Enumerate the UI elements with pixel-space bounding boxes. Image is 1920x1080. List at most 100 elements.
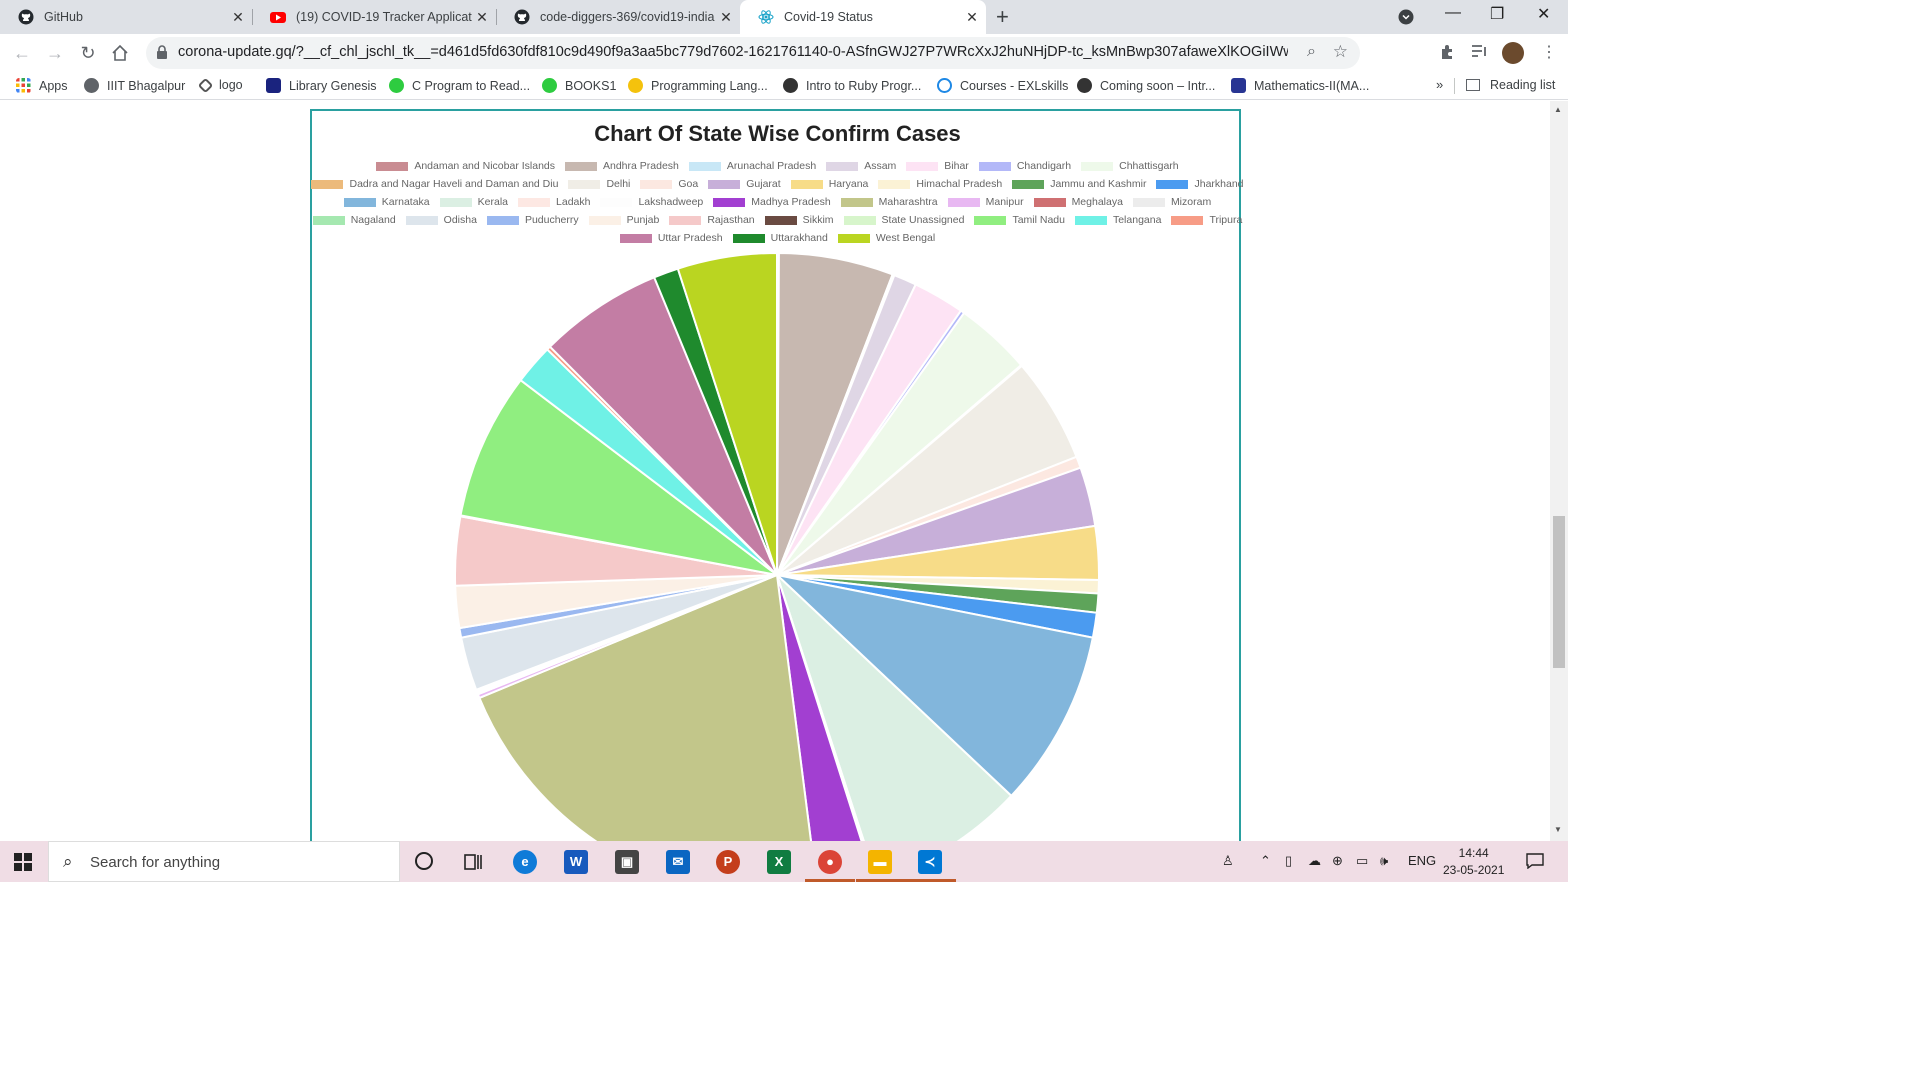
legend-item[interactable]: Maharashtra — [840, 193, 938, 211]
legend-item[interactable]: Bihar — [906, 157, 969, 175]
scrollbar-thumb[interactable] — [1553, 515, 1565, 668]
tab-github[interactable]: GitHub ✕ — [0, 0, 252, 34]
task-view-icon[interactable] — [463, 852, 483, 872]
cortana-icon[interactable] — [415, 852, 433, 870]
legend-item[interactable]: Himachal Pradesh — [878, 175, 1002, 193]
legend-item[interactable]: Arunachal Pradesh — [688, 157, 816, 175]
network-icon[interactable]: ⊕ — [1332, 853, 1343, 869]
tab-search-icon[interactable] — [1398, 9, 1414, 25]
legend-item[interactable]: Nagaland — [312, 211, 396, 229]
legend-item[interactable]: Tamil Nadu — [974, 211, 1065, 229]
excel-icon[interactable]: X — [767, 850, 791, 874]
legend-item[interactable]: Andaman and Nicobar Islands — [376, 157, 555, 175]
legend-item[interactable]: Goa — [640, 175, 698, 193]
tab-covid-status[interactable]: Covid-19 Status ✕ — [740, 0, 986, 34]
tab-youtube[interactable]: (19) COVID-19 Tracker Application ✕ — [252, 0, 496, 34]
vscode-icon[interactable]: ≺ — [918, 850, 942, 874]
legend-item[interactable]: Madhya Pradesh — [713, 193, 831, 211]
bookmark-mathematics[interactable]: Mathematics-II(MA... — [1231, 78, 1369, 93]
back-icon[interactable]: ← — [10, 41, 34, 65]
clock[interactable]: 14:44 23-05-2021 — [1443, 845, 1504, 879]
bookmark-logo[interactable]: logo — [197, 77, 243, 93]
profile-avatar[interactable] — [1502, 42, 1524, 64]
legend-item[interactable]: Haryana — [790, 175, 868, 193]
reading-list-button[interactable]: Reading list — [1466, 78, 1555, 92]
powerpoint-icon[interactable]: P — [716, 850, 740, 874]
close-icon[interactable]: ✕ — [228, 9, 248, 26]
legend-item[interactable]: Telangana — [1074, 211, 1161, 229]
windows-start-icon[interactable] — [14, 853, 32, 871]
edge-icon[interactable]: e — [513, 850, 537, 874]
new-tab-button[interactable]: + — [996, 4, 1009, 30]
volume-icon[interactable]: 🕪 — [1380, 853, 1388, 869]
bookmark-libgen[interactable]: Library Genesis — [266, 78, 377, 93]
legend-item[interactable]: Lakshadweep — [600, 193, 703, 211]
legend-item[interactable]: Rajasthan — [669, 211, 755, 229]
menu-kebab-icon[interactable]: ⋮ — [1541, 42, 1557, 62]
chevron-up-icon[interactable]: ⌃ — [1260, 853, 1271, 869]
device-icon[interactable]: ▯ — [1285, 853, 1292, 869]
legend-item[interactable]: Tripura — [1171, 211, 1242, 229]
legend-item[interactable]: Sikkim — [764, 211, 834, 229]
home-icon[interactable] — [111, 44, 129, 62]
legend-item[interactable]: Uttar Pradesh — [619, 229, 723, 247]
bookmark-coming-soon[interactable]: Coming soon – Intr... — [1077, 78, 1215, 93]
legend-item[interactable]: Chandigarh — [978, 157, 1071, 175]
legend-item[interactable]: Punjab — [588, 211, 659, 229]
legend-item[interactable]: Ladakh — [518, 193, 590, 211]
url-text[interactable]: corona-update.gq/?__cf_chl_jschl_tk__=d4… — [178, 44, 1288, 60]
legend-item[interactable]: Jammu and Kashmir — [1012, 175, 1146, 193]
close-icon[interactable]: ✕ — [716, 9, 736, 26]
maximize-button[interactable]: ❐ — [1490, 4, 1504, 24]
legend-item[interactable]: Chhattisgarh — [1081, 157, 1179, 175]
close-icon[interactable]: ✕ — [962, 9, 982, 26]
legend-item[interactable]: Delhi — [568, 175, 630, 193]
store-icon[interactable]: ▣ — [615, 850, 639, 874]
bookmark-c-program[interactable]: C Program to Read... — [389, 78, 530, 93]
legend-item[interactable]: Dadra and Nagar Haveli and Daman and Diu — [311, 175, 558, 193]
forward-icon[interactable]: → — [43, 41, 67, 65]
bookmark-iiit[interactable]: IIIT Bhagalpur — [84, 78, 185, 93]
language-indicator[interactable]: ENG — [1408, 853, 1436, 868]
bookmark-star-icon[interactable]: ☆ — [1333, 42, 1348, 62]
bookmark-programming[interactable]: Programming Lang... — [628, 78, 768, 93]
scroll-up-arrow[interactable]: ▲ — [1554, 105, 1562, 114]
cloud-icon[interactable]: ☁ — [1308, 853, 1321, 869]
chrome-icon[interactable]: ● — [818, 850, 842, 874]
bookmark-exlskills[interactable]: Courses - EXLskills — [937, 78, 1068, 93]
extensions-puzzle-icon[interactable] — [1439, 43, 1457, 61]
bookmarks-overflow-button[interactable]: » — [1436, 77, 1443, 92]
legend-item[interactable]: Jharkhand — [1156, 175, 1244, 193]
address-bar[interactable]: corona-update.gq/?__cf_chl_jschl_tk__=d4… — [146, 37, 1360, 69]
bookmark-ruby[interactable]: Intro to Ruby Progr... — [783, 78, 921, 93]
word-icon[interactable]: W — [564, 850, 588, 874]
legend-item[interactable]: Assam — [826, 157, 896, 175]
people-icon[interactable]: ♙ — [1222, 853, 1234, 869]
legend-item[interactable]: Gujarat — [708, 175, 781, 193]
taskbar-search-box[interactable]: ⌕ Search for anything — [48, 841, 400, 882]
file-explorer-icon[interactable]: ▬ — [868, 850, 892, 874]
battery-icon[interactable]: ▭ — [1356, 853, 1368, 869]
legend-item[interactable]: Puducherry — [486, 211, 579, 229]
notifications-icon[interactable] — [1526, 853, 1544, 869]
minimize-button[interactable]: — — [1445, 4, 1461, 22]
mail-icon[interactable]: ✉ — [666, 850, 690, 874]
window-close-button[interactable]: ✕ — [1537, 4, 1550, 24]
tab-github-repo[interactable]: code-diggers-369/covid19-india ✕ — [496, 0, 740, 34]
legend-item[interactable]: Mizoram — [1132, 193, 1211, 211]
legend-item[interactable]: State Unassigned — [843, 211, 964, 229]
legend-item[interactable]: Meghalaya — [1033, 193, 1123, 211]
bookmark-apps[interactable]: Apps — [16, 78, 68, 93]
legend-item[interactable]: Uttarakhand — [732, 229, 828, 247]
legend-item[interactable]: Karnataka — [343, 193, 430, 211]
legend-item[interactable]: Odisha — [405, 211, 477, 229]
zoom-icon[interactable]: ⌕ — [1307, 43, 1316, 61]
page-scrollbar[interactable]: ▲ ▼ — [1550, 101, 1568, 841]
legend-item[interactable]: Kerala — [439, 193, 508, 211]
scroll-down-arrow[interactable]: ▼ — [1554, 825, 1562, 834]
legend-item[interactable]: West Bengal — [837, 229, 935, 247]
reload-icon[interactable]: ↻ — [76, 41, 100, 65]
legend-item[interactable]: Andhra Pradesh — [565, 157, 679, 175]
media-control-icon[interactable] — [1471, 44, 1489, 60]
close-icon[interactable]: ✕ — [472, 9, 492, 26]
